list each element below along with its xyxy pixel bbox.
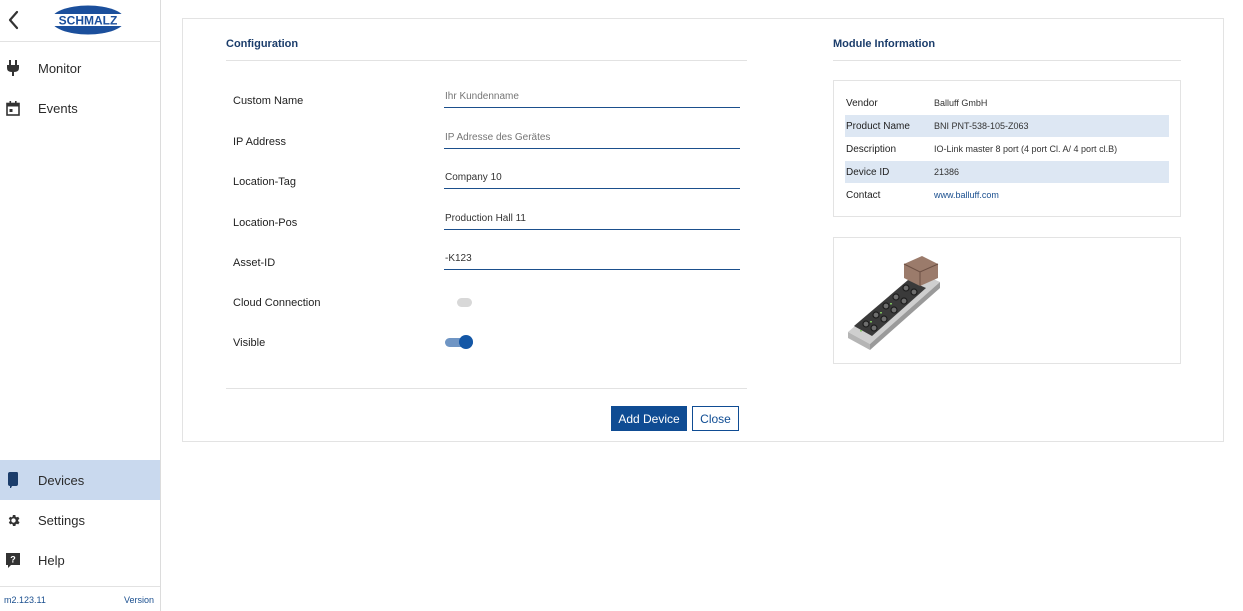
toggle-knob xyxy=(459,335,473,349)
sidebar-item-settings[interactable]: Settings xyxy=(0,500,160,540)
info-row-vendor: Vendor Balluff GmbH xyxy=(845,92,1169,114)
toggle-track xyxy=(457,298,472,307)
sidebar: SCHMALZ Monitor Events Devices Settings … xyxy=(0,0,161,611)
info-row-device-id: Device ID 21386 xyxy=(845,161,1169,183)
configuration-title: Configuration xyxy=(226,38,299,50)
info-value: 21386 xyxy=(934,167,960,177)
location-tag-input[interactable] xyxy=(444,169,740,189)
info-key: Device ID xyxy=(846,166,890,178)
device-image-box xyxy=(833,237,1181,364)
gear-icon xyxy=(0,500,26,540)
device-icon xyxy=(0,460,26,500)
help-icon: ? xyxy=(0,540,26,580)
ip-address-label: IP Address xyxy=(233,136,286,148)
plug-icon xyxy=(0,48,26,88)
info-row-product-name: Product Name BNI PNT-538-105-Z063 xyxy=(845,115,1169,137)
custom-name-label: Custom Name xyxy=(233,95,304,107)
module-information-title: Module Information xyxy=(833,38,936,50)
sidebar-item-devices[interactable]: Devices xyxy=(0,460,160,500)
close-button[interactable]: Close xyxy=(692,406,739,431)
info-row-contact: Contact www.balluff.com xyxy=(845,184,1169,206)
module-info-table: Vendor Balluff GmbH Product Name BNI PNT… xyxy=(833,80,1181,217)
version-number: m2.123.11 xyxy=(4,595,46,605)
divider xyxy=(833,60,1181,61)
info-key: Product Name xyxy=(846,120,910,132)
location-pos-input[interactable] xyxy=(444,210,740,230)
info-key: Contact xyxy=(846,189,881,201)
info-value: Balluff GmbH xyxy=(934,98,988,108)
divider xyxy=(0,586,160,587)
contact-link[interactable]: www.balluff.com xyxy=(934,190,999,200)
visible-toggle[interactable] xyxy=(445,335,473,349)
sidebar-item-events[interactable]: Events xyxy=(0,88,160,128)
cloud-connection-toggle[interactable] xyxy=(445,295,473,309)
sidebar-item-label: Devices xyxy=(38,472,85,488)
sidebar-item-label: Events xyxy=(38,100,78,116)
ip-address-input[interactable] xyxy=(444,129,740,149)
asset-id-label: Asset-ID xyxy=(233,257,276,269)
calendar-icon xyxy=(0,88,26,128)
location-pos-label: Location-Pos xyxy=(233,217,298,229)
divider xyxy=(226,60,747,61)
custom-name-input[interactable] xyxy=(444,88,740,108)
sidebar-item-label: Monitor xyxy=(38,60,82,76)
sidebar-item-label: Settings xyxy=(38,512,85,528)
info-value: BNI PNT-538-105-Z063 xyxy=(934,121,1029,131)
device-image xyxy=(848,256,940,350)
asset-id-input[interactable] xyxy=(444,250,740,270)
version-link[interactable]: Version xyxy=(124,595,154,605)
location-tag-label: Location-Tag xyxy=(233,176,296,188)
svg-text:SCHMALZ: SCHMALZ xyxy=(59,14,118,28)
info-key: Vendor xyxy=(846,97,878,109)
info-row-description: Description IO-Link master 8 port (4 por… xyxy=(845,138,1169,160)
sidebar-item-monitor[interactable]: Monitor xyxy=(0,48,160,88)
visible-label: Visible xyxy=(233,337,266,349)
schmalz-logo: SCHMALZ xyxy=(50,5,126,35)
sidebar-item-label: Help xyxy=(38,552,65,568)
back-arrow-icon[interactable] xyxy=(4,9,24,31)
add-device-card: Configuration Custom Name IP Address Loc… xyxy=(182,18,1224,442)
add-device-button[interactable]: Add Device xyxy=(611,406,687,431)
svg-text:?: ? xyxy=(10,554,16,564)
sidebar-item-help[interactable]: ? Help xyxy=(0,540,160,580)
info-key: Description xyxy=(846,143,897,155)
info-value: IO-Link master 8 port (4 port Cl. A/ 4 p… xyxy=(934,144,1118,154)
divider xyxy=(226,388,747,389)
cloud-connection-label: Cloud Connection xyxy=(233,297,321,309)
sidebar-header: SCHMALZ xyxy=(0,0,160,42)
